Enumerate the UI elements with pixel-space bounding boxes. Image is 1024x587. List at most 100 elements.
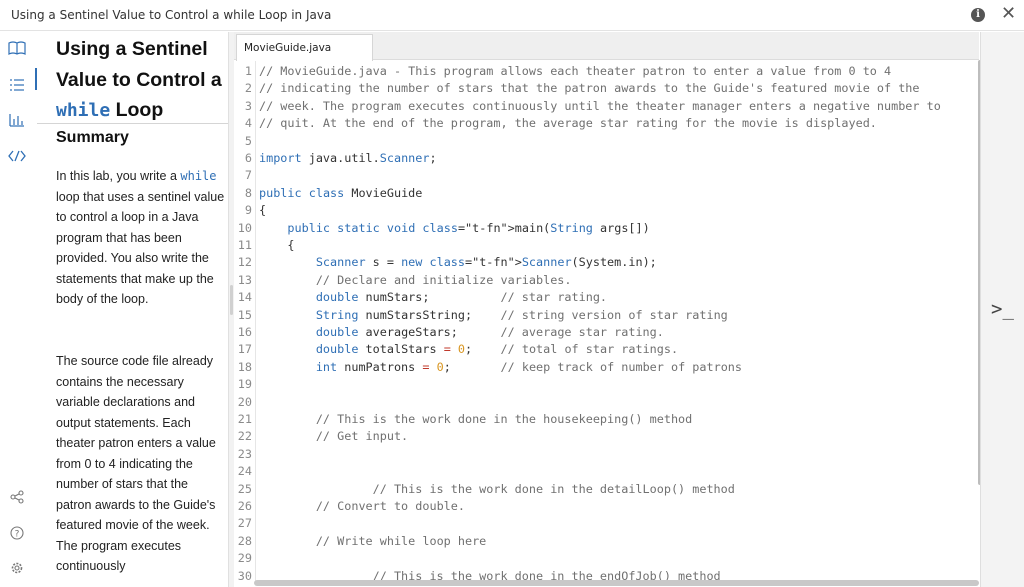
code-line[interactable]: 17 double totalStars = 0; // total of st…: [234, 341, 979, 358]
code-text: import java.util.Scanner;: [259, 150, 437, 167]
line-number: 5: [234, 133, 252, 150]
line-number: 9: [234, 202, 252, 219]
code-text: // indicating the number of stars that t…: [259, 80, 920, 97]
code-area[interactable]: 1 // MovieGuide.java - This program allow…: [234, 61, 979, 581]
code-line[interactable]: 18 int numPatrons = 0; // keep track of …: [234, 359, 979, 376]
line-number: 23: [234, 446, 252, 463]
line-number: 25: [234, 481, 252, 498]
code-line[interactable]: 6 import java.util.Scanner;: [234, 150, 979, 167]
line-number: 7: [234, 167, 252, 184]
code-line[interactable]: 25 // This is the work done in the detai…: [234, 481, 979, 498]
code-icon[interactable]: [8, 147, 26, 165]
info-icon[interactable]: i: [971, 8, 985, 22]
code-line[interactable]: 10 public static void class="t-fn">main(…: [234, 220, 979, 237]
code-line[interactable]: 7: [234, 167, 979, 184]
code-text: // Get input.: [259, 428, 408, 445]
code-text: String numStarsString; // string version…: [259, 307, 728, 324]
code-text: // week. The program executes continuous…: [259, 98, 941, 115]
code-line[interactable]: 30 // This is the work done in the endOf…: [234, 568, 979, 581]
code-line[interactable]: 13 // Declare and initialize variables.: [234, 272, 979, 289]
line-number: 8: [234, 185, 252, 202]
code-line[interactable]: 21 // This is the work done in the house…: [234, 411, 979, 428]
code-text: // This is the work done in the detailLo…: [259, 481, 735, 498]
code-editor: MovieGuide.java 1 // MovieGuide.java - Th…: [234, 32, 979, 587]
code-line[interactable]: 2 // indicating the number of stars that …: [234, 80, 979, 97]
code-line[interactable]: 9{: [234, 202, 979, 219]
code-text: // This is the work done in the endOfJob…: [259, 568, 721, 581]
code-line[interactable]: 14 double numStars; // star rating.: [234, 289, 979, 306]
code-line[interactable]: 22 // Get input.: [234, 428, 979, 445]
divider: [37, 123, 229, 124]
chart-icon[interactable]: [8, 111, 26, 129]
splitter-handle[interactable]: [230, 285, 233, 315]
code-line[interactable]: 16 double averageStars; // average star …: [234, 324, 979, 341]
code-line[interactable]: 20: [234, 394, 979, 411]
line-number: 30: [234, 568, 252, 581]
title-bar: Using a Sentinel Value to Control a whil…: [0, 0, 1024, 31]
help-icon[interactable]: ?: [8, 524, 26, 542]
lab-title-code: while: [56, 100, 110, 121]
code-line[interactable]: 3 // week. The program executes continuou…: [234, 98, 979, 115]
horizontal-scrollbar[interactable]: [254, 580, 979, 586]
code-text: double averageStars; // average star rat…: [259, 324, 664, 341]
code-line[interactable]: 12 Scanner s = new class="t-fn">Scanner(…: [234, 254, 979, 271]
inline-code: while: [180, 169, 216, 183]
console-panel: >_: [980, 32, 1024, 587]
line-number: 28: [234, 533, 252, 550]
code-line[interactable]: 8 public class MovieGuide: [234, 185, 979, 202]
line-number: 15: [234, 307, 252, 324]
code-line[interactable]: 19: [234, 376, 979, 393]
list-icon[interactable]: [8, 76, 26, 94]
line-number: 19: [234, 376, 252, 393]
line-number: 11: [234, 237, 252, 254]
code-text: public static void class="t-fn">main(Str…: [259, 220, 650, 237]
code-text: // Declare and initialize variables.: [259, 272, 572, 289]
code-line[interactable]: 11 {: [234, 237, 979, 254]
line-number: 16: [234, 324, 252, 341]
code-line[interactable]: 28 // Write while loop here: [234, 533, 979, 550]
code-line[interactable]: 15 String numStarsString; // string vers…: [234, 307, 979, 324]
line-number: 4: [234, 115, 252, 132]
code-line[interactable]: 5: [234, 133, 979, 150]
code-text: // MovieGuide.java - This program allows…: [259, 63, 891, 80]
line-number: 22: [234, 428, 252, 445]
code-line[interactable]: 24: [234, 463, 979, 480]
line-number: 10: [234, 220, 252, 237]
line-number: 6: [234, 150, 252, 167]
line-number: 24: [234, 463, 252, 480]
lab-title: Using a Sentinel Value to Control a whil…: [56, 34, 228, 127]
line-number: 20: [234, 394, 252, 411]
code-line[interactable]: 4// quit. At the end of the program, the…: [234, 115, 979, 132]
code-text: double totalStars = 0; // total of star …: [259, 341, 678, 358]
line-number: 3: [234, 98, 252, 115]
terminal-icon[interactable]: >_: [991, 298, 1014, 320]
tab-movieguide-java[interactable]: MovieGuide.java: [236, 34, 373, 61]
line-number: 17: [234, 341, 252, 358]
code-text: double numStars; // star rating.: [259, 289, 607, 306]
left-rail: ?: [0, 32, 36, 587]
code-line[interactable]: 23: [234, 446, 979, 463]
summary-paragraph-1: In this lab, you write a while loop that…: [56, 166, 226, 310]
settings-icon[interactable]: [8, 559, 26, 577]
code-line[interactable]: 27: [234, 515, 979, 532]
close-icon[interactable]: ✕: [1001, 4, 1016, 24]
code-line[interactable]: 1 // MovieGuide.java - This program allow…: [234, 63, 979, 80]
code-text: {: [259, 237, 295, 254]
line-number: 12: [234, 254, 252, 271]
share-icon[interactable]: [8, 488, 26, 506]
line-number: 14: [234, 289, 252, 306]
line-number: 1: [234, 63, 252, 80]
line-number: 29: [234, 550, 252, 567]
line-number: 13: [234, 272, 252, 289]
code-line[interactable]: 29: [234, 550, 979, 567]
code-line[interactable]: 26 // Convert to double.: [234, 498, 979, 515]
line-number: 2: [234, 80, 252, 97]
code-text: {: [259, 202, 266, 219]
editor-tabbar: MovieGuide.java: [234, 32, 979, 60]
code-text: // Write while loop here: [259, 533, 486, 550]
instructions-panel: Using a Sentinel Value to Control a whil…: [37, 32, 229, 587]
line-number: 21: [234, 411, 252, 428]
book-icon[interactable]: [8, 39, 26, 57]
code-text: public class MovieGuide: [259, 185, 422, 202]
code-text: Scanner s = new class="t-fn">Scanner(Sys…: [259, 254, 657, 271]
